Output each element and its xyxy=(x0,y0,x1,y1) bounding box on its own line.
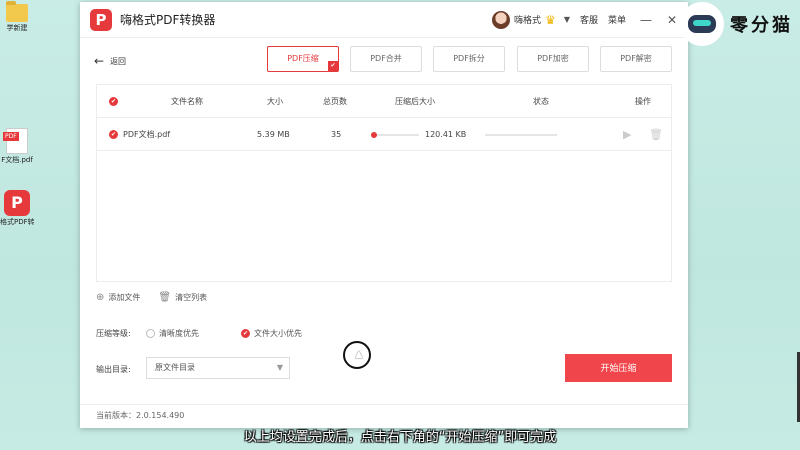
row-file-name: PDF文档.pdf xyxy=(123,130,171,139)
compression-level-label: 压缩等级: xyxy=(96,329,131,338)
version-info: 当前版本：2.0.154.490 xyxy=(80,404,688,428)
play-icon[interactable]: ▶ xyxy=(623,128,631,141)
menu-link[interactable]: 菜单 xyxy=(608,13,626,26)
pdf-file-icon: PDF xyxy=(3,128,28,154)
row-pages: 35 xyxy=(331,130,342,139)
row-compressed-size: 120.41 KB xyxy=(425,130,467,139)
output-dir-value: 原文件目录 xyxy=(155,363,195,372)
add-file-label: 添加文件 xyxy=(108,293,141,302)
back-label: 返回 xyxy=(110,56,127,66)
cat-logo-icon xyxy=(680,2,724,46)
add-file-button[interactable]: ⊕ 添加文件 xyxy=(96,292,140,303)
header-status: 状态 xyxy=(533,97,549,106)
header-size: 大小 xyxy=(267,97,283,106)
app-logo-icon: P xyxy=(90,8,112,31)
trash-icon[interactable]: 🗑 xyxy=(649,128,663,141)
row-checkbox[interactable]: ✔ xyxy=(109,130,118,139)
output-dir-label: 输出目录: xyxy=(96,365,131,374)
tab-pdf-merge[interactable]: PDF合并 xyxy=(350,46,422,72)
radio-clarity-priority[interactable]: 清晰度优先 xyxy=(146,328,199,339)
avatar[interactable] xyxy=(492,10,511,29)
radio-label: 文件大小优先 xyxy=(254,329,302,338)
desktop-pdf-file[interactable]: PDF F文档.pdf xyxy=(0,128,34,165)
video-subtitle: 以上均设置完成后，点击右下角的“开始压缩”即可完成 xyxy=(243,430,557,445)
desktop-app-shortcut[interactable]: P 格式PDF转换器 xyxy=(0,190,34,227)
support-link[interactable]: 客服 xyxy=(580,13,598,26)
header-actions: 操作 xyxy=(635,97,651,106)
clear-list-label: 清空列表 xyxy=(175,293,208,302)
app-window: P 嗨格式PDF转换器 嗨格式 ♛ ▼ 客服 菜单 — ✕ ← 返回 PDF压缩… xyxy=(80,2,688,428)
row-size: 5.39 MB xyxy=(257,130,290,139)
status-progress-bar xyxy=(485,134,557,136)
vip-crown-icon: ♛ xyxy=(545,12,556,27)
radio-on-icon: ✔ xyxy=(241,329,250,338)
radio-label: 清晰度优先 xyxy=(159,329,199,338)
desktop-icon-label: F文档.pdf xyxy=(1,156,33,164)
output-dir-select[interactable]: 原文件目录 ▼ xyxy=(146,357,290,379)
tab-pdf-decrypt[interactable]: PDF解密 xyxy=(600,46,672,72)
trash-icon: 🗑 xyxy=(158,292,172,303)
tab-pdf-compress[interactable]: PDF压缩 xyxy=(267,46,339,72)
list-actions: ⊕ 添加文件 🗑 清空列表 xyxy=(96,292,225,303)
tab-pdf-split[interactable]: PDF拆分 xyxy=(433,46,505,72)
toolbar: ← 返回 PDF压缩 PDF合并 PDF拆分 PDF加密 PDF解密 xyxy=(80,38,688,82)
radio-off-icon xyxy=(146,329,155,338)
clear-list-button[interactable]: 🗑 清空列表 xyxy=(158,292,207,303)
watermark-text: 零分猫 xyxy=(730,15,793,36)
header-file-name: 文件名称 xyxy=(171,97,203,106)
file-table: ✔ 文件名称 大小 总页数 压缩后大小 状态 操作 ✔ PDF文档.pdf 5.… xyxy=(96,84,672,282)
back-button[interactable]: ← 返回 xyxy=(94,54,126,68)
close-button[interactable]: ✕ xyxy=(666,13,678,27)
watermark: 零分猫 xyxy=(680,2,793,46)
header-compressed-size: 压缩后大小 xyxy=(395,97,435,106)
desktop-folder[interactable]: 学新建 xyxy=(0,1,34,33)
pdf-badge: PDF xyxy=(3,132,19,141)
title-bar: P 嗨格式PDF转换器 嗨格式 ♛ ▼ 客服 菜单 — ✕ xyxy=(80,2,688,38)
chevron-down-icon[interactable]: ▼ xyxy=(564,15,570,24)
minimize-button[interactable]: — xyxy=(640,13,652,27)
start-compress-button[interactable]: 开始压缩 xyxy=(565,354,672,382)
desktop-icon-label: 学新建 xyxy=(6,24,28,32)
header-pages: 总页数 xyxy=(323,97,347,106)
select-all-checkbox[interactable]: ✔ xyxy=(109,97,118,106)
slider-handle[interactable] xyxy=(371,132,377,138)
app-title: 嗨格式PDF转换器 xyxy=(120,13,216,27)
arrow-left-icon: ← xyxy=(94,54,105,68)
pointer-icon: ▲ xyxy=(355,349,363,360)
desktop-icon-label: 格式PDF转换器 xyxy=(0,218,34,226)
tab-pdf-encrypt[interactable]: PDF加密 xyxy=(517,46,589,72)
radio-size-priority[interactable]: ✔ 文件大小优先 xyxy=(241,328,302,339)
table-header: ✔ 文件名称 大小 总页数 压缩后大小 状态 操作 xyxy=(97,85,671,118)
compression-level-slider[interactable] xyxy=(371,132,419,138)
username[interactable]: 嗨格式 xyxy=(514,13,541,26)
chevron-down-icon: ▼ xyxy=(276,363,283,372)
table-row[interactable]: ✔ PDF文档.pdf 5.39 MB 35 120.41 KB ▶ 🗑 xyxy=(97,118,671,151)
plus-circle-icon: ⊕ xyxy=(96,292,105,303)
app-icon: P xyxy=(4,190,30,216)
cursor-highlight: ▲ xyxy=(343,341,371,369)
folder-icon xyxy=(6,1,28,22)
